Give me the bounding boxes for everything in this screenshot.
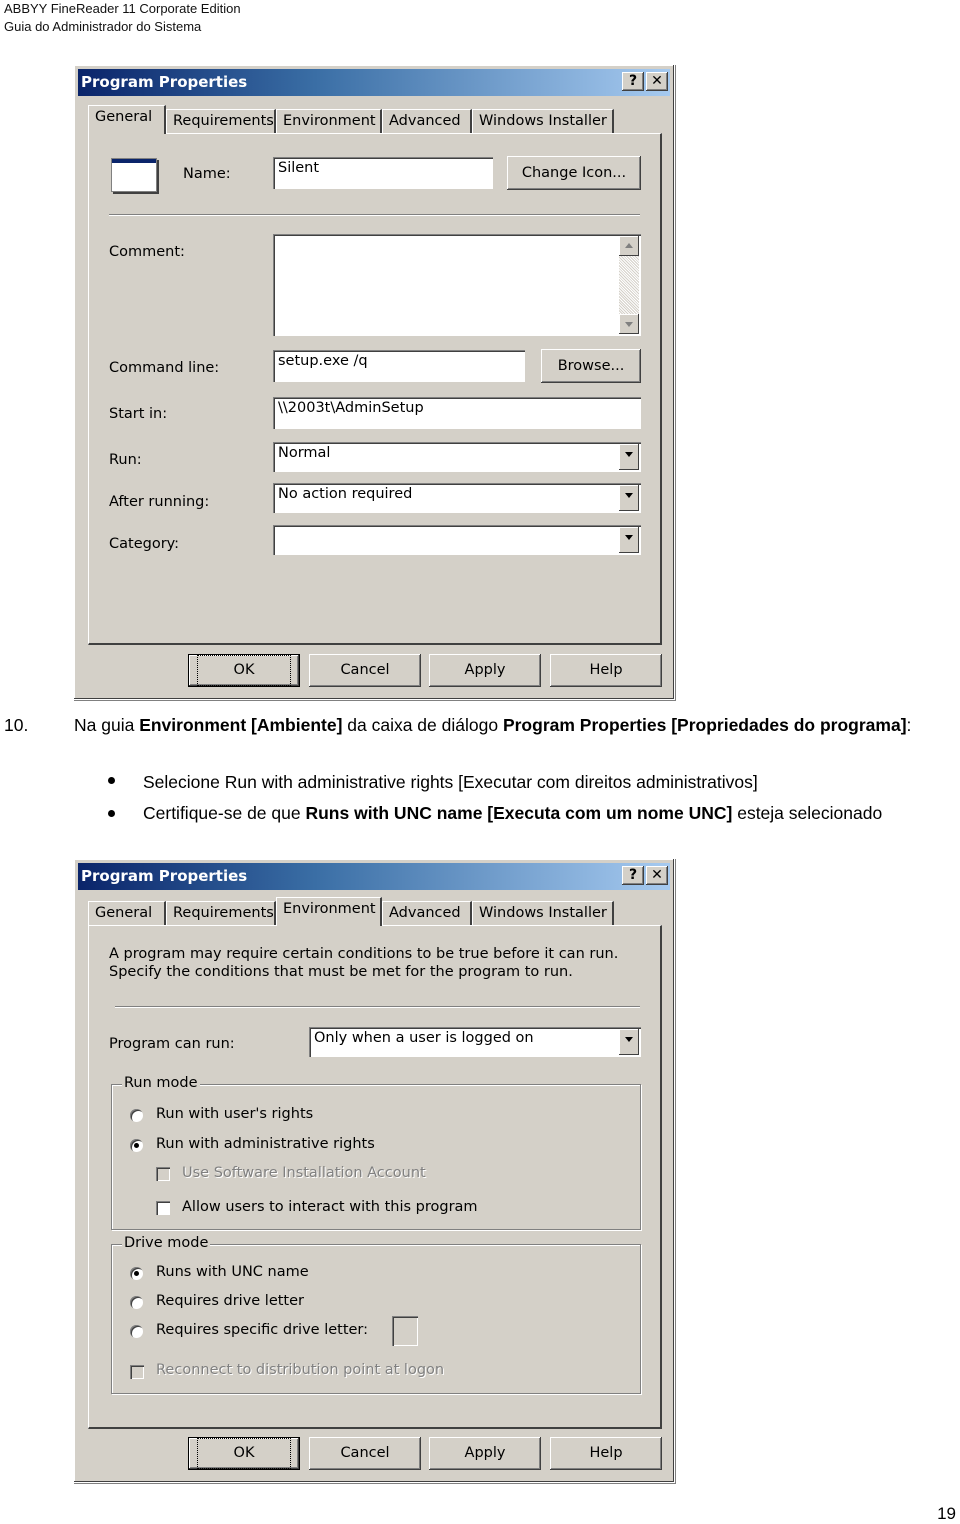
program-can-run-label: Program can run: (109, 1036, 235, 1052)
ok-button[interactable]: OK (188, 654, 300, 687)
run-label: Run: (109, 452, 142, 468)
command-line-label: Command line: (109, 360, 220, 376)
bullet-icon (108, 777, 115, 784)
program-properties-dialog-general: Program Properties ? ✕ General Requireme… (73, 64, 675, 700)
comment-label: Comment: (109, 244, 185, 260)
start-in-label: Start in: (109, 406, 168, 422)
help-title-button[interactable]: ? (622, 72, 644, 91)
close-icon: ✕ (651, 73, 663, 89)
general-tab-panel: Name: Silent Change Icon... Comment: Com… (88, 133, 662, 645)
requires-drive-letter-label[interactable]: Requires drive letter (156, 1293, 304, 1309)
program-can-run-select[interactable]: Only when a user is logged on (309, 1027, 641, 1057)
tab-general[interactable]: General (88, 901, 166, 925)
close-title-button[interactable]: ✕ (646, 72, 668, 91)
tab-windows-installer[interactable]: Windows Installer (472, 109, 614, 133)
chevron-down-icon[interactable] (619, 485, 639, 511)
allow-interact-checkbox[interactable] (156, 1201, 170, 1215)
chevron-down-icon[interactable] (619, 444, 639, 470)
help-button[interactable]: Help (550, 1437, 662, 1470)
command-line-input[interactable]: setup.exe /q (273, 350, 525, 382)
apply-button[interactable]: Apply (429, 654, 541, 687)
help-title-button[interactable]: ? (622, 866, 644, 885)
step-number: 10. (4, 715, 29, 735)
cancel-button[interactable]: Cancel (309, 1437, 421, 1470)
environment-tab-panel: A program may require certain conditions… (88, 925, 662, 1429)
drive-mode-label: Drive mode (122, 1235, 211, 1251)
program-properties-dialog-environment: Program Properties ? ✕ General Requireme… (73, 858, 675, 1483)
after-running-select[interactable]: No action required (273, 483, 641, 513)
tab-environment[interactable]: Environment (276, 109, 382, 133)
run-mode-group: Run mode Run with user's rights Run with… (111, 1075, 641, 1230)
runs-with-unc-name-label[interactable]: Runs with UNC name (156, 1264, 309, 1280)
question-icon: ? (628, 867, 638, 883)
step-intro: Na guia Environment [Ambiente] da caixa … (74, 715, 912, 735)
comment-textarea[interactable] (273, 234, 641, 336)
close-title-button[interactable]: ✕ (646, 866, 668, 885)
description-line-2: Specify the conditions that must be met … (109, 964, 573, 980)
chevron-down-icon[interactable] (619, 527, 639, 553)
tab-general[interactable]: General (88, 105, 166, 134)
run-admin-rights-label[interactable]: Run with administrative rights (156, 1136, 375, 1152)
bullet-icon (108, 810, 115, 817)
dialog-title: Program Properties (81, 73, 248, 91)
separator (109, 214, 640, 216)
scroll-down-icon[interactable] (619, 314, 639, 334)
title-bar: Program Properties ? ✕ (78, 863, 670, 890)
program-icon (111, 158, 157, 192)
radio-requires-specific-drive-letter[interactable] (130, 1325, 143, 1338)
change-icon-button[interactable]: Change Icon... (507, 156, 641, 190)
apply-button[interactable]: Apply (429, 1437, 541, 1470)
doc-header-title: ABBYY FineReader 11 Corporate Edition (4, 1, 241, 16)
tab-requirements[interactable]: Requirements (166, 901, 276, 925)
ok-button[interactable]: OK (188, 1437, 300, 1470)
after-running-label: After running: (109, 494, 210, 510)
radio-requires-drive-letter[interactable] (130, 1296, 143, 1309)
name-input[interactable]: Silent (273, 157, 493, 189)
allow-interact-label[interactable]: Allow users to interact with this progra… (182, 1199, 478, 1215)
bullet-select-admin: Selecione Run with administrative rights… (143, 772, 758, 792)
tab-advanced[interactable]: Advanced (382, 901, 472, 925)
comment-scrollbar[interactable] (619, 236, 639, 334)
run-select[interactable]: Normal (273, 442, 641, 472)
drive-mode-group: Drive mode Runs with UNC name Requires d… (111, 1235, 641, 1394)
reconnect-label: Reconnect to distribution point at logon (156, 1362, 445, 1378)
doc-header-subtitle: Guia do Administrador do Sistema (4, 19, 202, 34)
dialog-title: Program Properties (81, 867, 248, 885)
tab-environment[interactable]: Environment (276, 897, 382, 926)
cancel-button[interactable]: Cancel (309, 654, 421, 687)
help-button[interactable]: Help (550, 654, 662, 687)
page-number: 19 (937, 1504, 956, 1523)
specific-drive-letter-input[interactable] (392, 1316, 418, 1346)
start-in-input[interactable]: \\2003t\AdminSetup (273, 397, 641, 429)
scroll-up-icon[interactable] (619, 236, 639, 256)
title-bar: Program Properties ? ✕ (78, 69, 670, 96)
name-label: Name: (183, 166, 231, 182)
close-icon: ✕ (651, 867, 663, 883)
bullet-unc-name: Certifique-se de que Runs with UNC name … (143, 803, 883, 823)
tab-advanced[interactable]: Advanced (382, 109, 472, 133)
separator (115, 1006, 640, 1008)
requires-specific-drive-letter-label[interactable]: Requires specific drive letter: (156, 1322, 368, 1338)
radio-run-user-rights[interactable] (130, 1109, 143, 1122)
run-mode-label: Run mode (122, 1075, 200, 1091)
chevron-down-icon[interactable] (619, 1029, 639, 1055)
category-select[interactable] (273, 525, 641, 555)
tab-windows-installer[interactable]: Windows Installer (472, 901, 614, 925)
run-user-rights-label[interactable]: Run with user's rights (156, 1106, 313, 1122)
radio-run-admin-rights[interactable] (130, 1139, 143, 1152)
use-software-installation-account-checkbox[interactable] (156, 1167, 170, 1181)
description-line-1: A program may require certain conditions… (109, 946, 619, 962)
radio-runs-with-unc-name[interactable] (130, 1267, 143, 1280)
question-icon: ? (628, 73, 638, 89)
tab-requirements[interactable]: Requirements (166, 109, 276, 133)
reconnect-checkbox[interactable] (130, 1365, 144, 1379)
use-software-installation-account-label: Use Software Installation Account (182, 1165, 426, 1181)
browse-button[interactable]: Browse... (541, 349, 641, 383)
category-label: Category: (109, 536, 180, 552)
